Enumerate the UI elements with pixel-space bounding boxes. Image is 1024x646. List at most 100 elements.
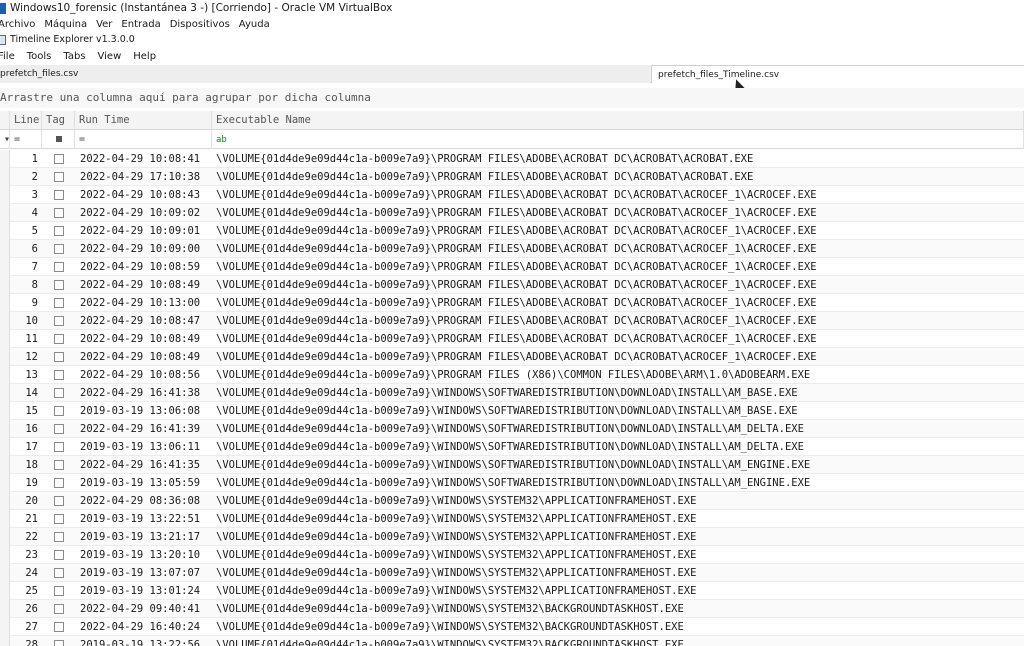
table-row[interactable]: 19 2019-03-19 13:05:59 \VOLUME{01d4de9e09d… (0, 474, 1024, 492)
table-row[interactable]: 8 2022-04-29 10:08:49 \VOLUME{01d4de9e09d4… (0, 276, 1024, 294)
tag-checkbox[interactable] (53, 280, 64, 290)
tag-checkbox[interactable] (53, 334, 64, 344)
column-header-run-time[interactable]: Run Time (75, 111, 212, 130)
table-row[interactable]: 6 2022-04-29 10:09:00 \VOLUME{01d4de9e09d4… (0, 240, 1024, 258)
table-row[interactable]: 22 2019-03-19 13:21:17 \VOLUME{01d4de9e09d… (0, 528, 1024, 546)
tag-checkbox[interactable] (53, 370, 64, 380)
table-row[interactable]: 10 2022-04-29 10:08:47 \VOLUME{01d4de9e09d… (0, 312, 1024, 330)
tag-checkbox[interactable] (53, 496, 64, 506)
table-row[interactable]: 11 2022-04-29 10:08:49 \VOLUME{01d4de9e09d… (0, 330, 1024, 348)
table-row[interactable]: 23 2019-03-19 13:20:10 \VOLUME{01d4de9e09d… (0, 546, 1024, 564)
table-row[interactable]: 9 2022-04-29 10:13:00 \VOLUME{01d4de9e09d4… (0, 294, 1024, 312)
tab-prefetch-files[interactable]: prefetch_files.csv (0, 65, 650, 83)
tag-checkbox[interactable] (53, 190, 64, 200)
table-row[interactable]: 12 2022-04-29 10:08:49 \VOLUME{01d4de9e09d… (0, 348, 1024, 366)
row-selector[interactable] (0, 528, 10, 546)
row-selector[interactable] (0, 240, 10, 258)
table-row[interactable]: 2 2022-04-29 17:10:38 \VOLUME{01d4de9e09d4… (0, 168, 1024, 186)
row-selector[interactable] (0, 618, 10, 636)
row-selector[interactable] (0, 510, 10, 528)
data-grid[interactable]: Line Tag Run Time Executable Name ▾ = = … (0, 111, 1024, 646)
row-selector[interactable] (0, 582, 10, 600)
tag-checkbox[interactable] (53, 460, 64, 470)
column-header-line[interactable]: Line (10, 111, 42, 130)
menu-help[interactable]: Help (133, 48, 156, 65)
row-selector[interactable] (0, 276, 10, 294)
table-row[interactable]: 26 2022-04-29 09:40:41 \VOLUME{01d4de9e09d… (0, 600, 1024, 618)
row-selector[interactable] (0, 420, 10, 438)
group-by-panel[interactable]: Arrastre una columna aquí para agrupar p… (0, 88, 1024, 108)
row-selector[interactable] (0, 564, 10, 582)
row-selector[interactable] (0, 546, 10, 564)
table-row[interactable]: 16 2022-04-29 16:41:39 \VOLUME{01d4de9e09d… (0, 420, 1024, 438)
table-row[interactable]: 21 2019-03-19 13:22:51 \VOLUME{01d4de9e09d… (0, 510, 1024, 528)
table-row[interactable]: 15 2019-03-19 13:06:08 \VOLUME{01d4de9e09d… (0, 402, 1024, 420)
tag-checkbox[interactable] (53, 478, 64, 488)
executable-name-filter[interactable]: ab (212, 130, 1024, 149)
row-selector[interactable] (0, 456, 10, 474)
tag-checkbox[interactable] (53, 316, 64, 326)
table-row[interactable]: 18 2022-04-29 16:41:35 \VOLUME{01d4de9e09d… (0, 456, 1024, 474)
row-selector[interactable] (0, 600, 10, 618)
row-selector[interactable] (0, 294, 10, 312)
table-row[interactable]: 14 2022-04-29 16:41:38 \VOLUME{01d4de9e09d… (0, 384, 1024, 402)
tab-prefetch-files-timeline[interactable]: prefetch_files_Timeline.csv (651, 65, 1024, 83)
vbox-menu-archivo[interactable]: Archivo (0, 17, 35, 32)
row-selector[interactable] (0, 636, 10, 646)
table-row[interactable]: 24 2019-03-19 13:07:07 \VOLUME{01d4de9e09d… (0, 564, 1024, 582)
row-selector[interactable] (0, 384, 10, 402)
tag-checkbox[interactable] (53, 298, 64, 308)
table-row[interactable]: 25 2019-03-19 13:01:24 \VOLUME{01d4de9e09d… (0, 582, 1024, 600)
tag-checkbox[interactable] (53, 514, 64, 524)
table-row[interactable]: 13 2022-04-29 10:08:56 \VOLUME{01d4de9e09d… (0, 366, 1024, 384)
tag-checkbox[interactable] (53, 532, 64, 542)
row-selector[interactable] (0, 402, 10, 420)
row-selector[interactable] (0, 204, 10, 222)
vbox-menu-ayuda[interactable]: Ayuda (239, 17, 270, 32)
tag-checkbox[interactable] (53, 442, 64, 452)
tag-checkbox[interactable] (53, 154, 64, 164)
table-row[interactable]: 4 2022-04-29 10:09:02 \VOLUME{01d4de9e09d4… (0, 204, 1024, 222)
tag-checkbox[interactable] (53, 208, 64, 218)
menu-view[interactable]: View (98, 48, 122, 65)
row-selector[interactable] (0, 258, 10, 276)
row-selector[interactable] (0, 330, 10, 348)
row-selector[interactable] (0, 474, 10, 492)
tag-filter-checkbox[interactable] (56, 136, 62, 142)
tag-checkbox[interactable] (53, 406, 64, 416)
tag-checkbox[interactable] (53, 244, 64, 254)
table-row[interactable]: 17 2019-03-19 13:06:11 \VOLUME{01d4de9e09d… (0, 438, 1024, 456)
table-row[interactable]: 7 2022-04-29 10:08:59 \VOLUME{01d4de9e09d4… (0, 258, 1024, 276)
table-row[interactable]: 28 2019-03-19 13:22:56 \VOLUME{01d4de9e09d… (0, 636, 1024, 646)
tag-checkbox[interactable] (53, 640, 64, 646)
menu-file[interactable]: File (0, 48, 15, 65)
tag-checkbox[interactable] (53, 568, 64, 578)
filter-icon[interactable]: ▾ (0, 130, 10, 149)
line-filter[interactable]: = (10, 130, 42, 149)
row-selector[interactable] (0, 492, 10, 510)
table-row[interactable]: 3 2022-04-29 10:08:43 \VOLUME{01d4de9e09d4… (0, 186, 1024, 204)
tag-checkbox[interactable] (53, 388, 64, 398)
vbox-menu-ver[interactable]: Ver (96, 17, 112, 32)
row-selector[interactable] (0, 438, 10, 456)
tag-checkbox[interactable] (53, 226, 64, 236)
tag-checkbox[interactable] (53, 586, 64, 596)
menu-tabs[interactable]: Tabs (63, 48, 85, 65)
vbox-menu-entrada[interactable]: Entrada (121, 17, 160, 32)
row-selector[interactable] (0, 186, 10, 204)
tag-checkbox[interactable] (53, 604, 64, 614)
table-row[interactable]: 5 2022-04-29 10:09:01 \VOLUME{01d4de9e09d4… (0, 222, 1024, 240)
row-selector[interactable] (0, 366, 10, 384)
tag-checkbox[interactable] (53, 550, 64, 560)
column-header-tag[interactable]: Tag (42, 111, 75, 130)
vbox-menu-maquina[interactable]: Máquina (44, 17, 87, 32)
row-selector[interactable] (0, 150, 10, 168)
row-selector[interactable] (0, 348, 10, 366)
table-row[interactable]: 20 2022-04-29 08:36:08 \VOLUME{01d4de9e09d… (0, 492, 1024, 510)
tag-checkbox[interactable] (53, 262, 64, 272)
tag-checkbox[interactable] (53, 172, 64, 182)
column-header-executable-name[interactable]: Executable Name (212, 111, 1024, 130)
row-selector[interactable] (0, 222, 10, 240)
menu-tools[interactable]: Tools (27, 48, 52, 65)
table-row[interactable]: 27 2022-04-29 16:40:24 \VOLUME{01d4de9e09d… (0, 618, 1024, 636)
